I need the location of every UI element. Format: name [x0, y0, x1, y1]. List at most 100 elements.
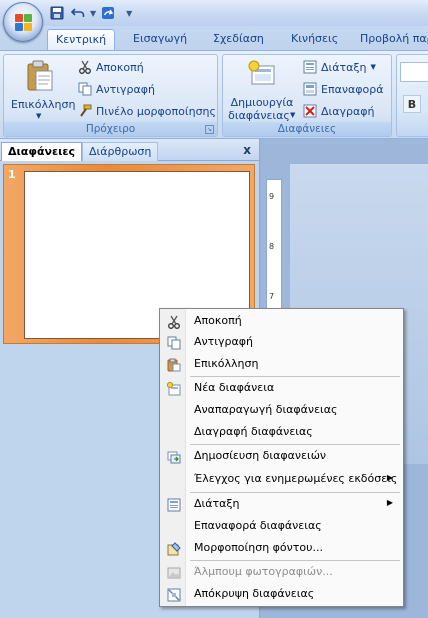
format-painter-label: Πινέλο μορφοποίησης: [96, 104, 216, 118]
new-slide-label-1: Δημιουργία: [230, 96, 294, 109]
publish-icon: [166, 449, 182, 465]
tab-slideshow[interactable]: Προβολή παρ: [352, 29, 428, 50]
menu-item-label: Νέα διαφάνεια: [194, 381, 275, 394]
cut-button[interactable]: Αποκοπή: [78, 60, 144, 74]
menu-item-copy[interactable]: Αντιγραφή: [162, 332, 401, 353]
menu-item-duplicate-slide[interactable]: Αναπαραγωγή διαφάνειας: [162, 400, 401, 421]
menu-item-label: Επαναφορά διαφάνειας: [194, 519, 322, 532]
menu-item-label: Αποκοπή: [194, 314, 242, 327]
layout-button[interactable]: Διάταξη ▼: [303, 60, 376, 74]
clipboard-group: Επικόλληση ▼ Αποκοπή Αντιγραφή Πινέλο μο…: [3, 54, 218, 137]
tab-design[interactable]: Σχεδίαση: [205, 29, 272, 50]
menu-item-delete-slide[interactable]: Διαγραφή διαφάνειας: [162, 422, 401, 443]
menu-item-label: Έλεγχος για ενημερωμένες εκδόσεις: [194, 472, 398, 485]
bold-button[interactable]: B: [403, 95, 421, 113]
paste-label: Επικόλληση: [11, 98, 76, 111]
copy-label: Αντιγραφή: [96, 82, 155, 96]
layout-label: Διάταξη: [321, 60, 367, 74]
menu-separator: [190, 444, 400, 445]
photo-album-icon: [166, 565, 182, 581]
layout-icon: [166, 497, 182, 513]
reset-button[interactable]: Επαναφορά: [303, 82, 383, 96]
paste-button[interactable]: Επικόλληση ▼: [7, 58, 76, 120]
ruler-mark: 9: [269, 192, 275, 201]
copy-icon: [166, 335, 182, 351]
font-group: B: [396, 54, 428, 137]
format-painter-button[interactable]: Πινέλο μορφοποίησης: [78, 104, 216, 118]
tab-insert[interactable]: Εισαγωγή: [125, 29, 195, 50]
format-painter-icon: [80, 104, 92, 117]
menu-item-label: Απόκρυψη διαφάνειας: [194, 587, 315, 600]
new-slide-dropdown-icon: ▼: [290, 111, 296, 119]
tab-outline[interactable]: Διάρθρωση: [82, 142, 159, 161]
undo-icon[interactable]: [69, 4, 87, 22]
menu-item-reset-slide[interactable]: Επαναφορά διαφάνειας: [162, 516, 401, 537]
panel-tabs: Διαφάνειες Διάρθρωση x: [0, 139, 259, 161]
menu-item-label: Δημοσίευση διαφανειών: [194, 449, 327, 462]
ruler-mark: 7: [269, 292, 275, 301]
save-icon[interactable]: [48, 4, 66, 22]
copy-button[interactable]: Αντιγραφή: [78, 82, 155, 96]
menu-item-label: Αναπαραγωγή διαφάνειας: [194, 403, 338, 416]
menu-item-hide-slide[interactable]: Απόκρυψη διαφάνειας: [162, 584, 401, 605]
context-menu: Αποκοπή Αντιγραφή Επικόλληση Νέα διαφάνε…: [159, 308, 404, 607]
slides-group: Δημιουργία διαφάνειας ▼ Διάταξη ▼ Επαναφ…: [222, 54, 392, 137]
menu-item-label: Επικόλληση: [194, 357, 259, 370]
menu-item-label: Διάταξη: [194, 497, 240, 510]
paste-dropdown-icon: ▼: [36, 112, 42, 120]
customize-icon[interactable]: ▼: [126, 9, 132, 18]
quick-access-toolbar: ▼ ▼: [48, 3, 132, 23]
scissors-icon: [79, 60, 91, 74]
menu-item-format-background[interactable]: Μορφοποίηση φόντου...: [162, 538, 401, 559]
tab-home[interactable]: Κεντρική: [47, 29, 116, 50]
new-slide-icon: [166, 381, 182, 397]
delete-label: Διαγραφή: [321, 104, 375, 118]
paste-icon: [27, 60, 53, 91]
submenu-arrow-icon: ▶: [386, 473, 393, 482]
hide-slide-icon: [166, 587, 182, 603]
reset-icon: [303, 82, 317, 96]
copy-icon: [78, 82, 92, 96]
close-icon[interactable]: x: [243, 143, 251, 157]
ribbon: Επικόλληση ▼ Αποκοπή Αντιγραφή Πινέλο μο…: [0, 50, 428, 139]
delete-button[interactable]: Διαγραφή: [303, 104, 374, 118]
layout-icon: [303, 60, 317, 74]
menu-separator: [190, 492, 400, 493]
menu-separator: [190, 560, 400, 561]
menu-item-new-slide[interactable]: Νέα διαφάνεια: [162, 378, 401, 399]
menu-item-layout[interactable]: Διάταξη ▶: [162, 494, 401, 515]
menu-item-check-updates[interactable]: Έλεγχος για ενημερωμένες εκδόσεις ▶: [162, 469, 401, 490]
menu-item-label: Μορφοποίηση φόντου...: [194, 541, 324, 554]
layout-dropdown-icon: ▼: [370, 63, 376, 71]
title-bar: ▼ ▼: [0, 0, 428, 26]
ruler-mark: 8: [269, 242, 275, 251]
format-background-icon: [166, 541, 182, 557]
office-button[interactable]: [3, 2, 43, 42]
undo-dropdown-icon[interactable]: ▼: [90, 9, 96, 18]
clipboard-launcher-icon[interactable]: ↘: [205, 125, 214, 134]
menu-separator: [190, 376, 400, 377]
reset-label: Επαναφορά: [321, 82, 384, 96]
menu-item-paste[interactable]: Επικόλληση: [162, 354, 401, 375]
tab-animations[interactable]: Κινήσεις: [283, 29, 346, 50]
delete-icon: [303, 104, 317, 118]
font-name-box[interactable]: [400, 62, 428, 82]
redo-icon[interactable]: [99, 4, 117, 22]
menu-item-label: Άλμπουμ φωτογραφιών...: [194, 565, 333, 578]
menu-item-photo-album: Άλμπουμ φωτογραφιών...: [162, 562, 401, 583]
slide-number: 1: [8, 168, 16, 181]
submenu-arrow-icon: ▶: [386, 498, 393, 507]
office-logo-icon: [15, 14, 32, 31]
slides-group-label: Διαφάνειες: [223, 122, 391, 136]
new-slide-button[interactable]: Δημιουργία διαφάνειας ▼: [226, 58, 298, 122]
menu-item-cut[interactable]: Αποκοπή: [162, 311, 401, 332]
paste-icon: [166, 357, 182, 373]
menu-item-publish-slides[interactable]: Δημοσίευση διαφανειών: [162, 446, 401, 467]
cut-label: Αποκοπή: [96, 60, 144, 74]
menu-item-label: Διαγραφή διαφάνειας: [194, 425, 313, 438]
ribbon-tabs: Κεντρική Εισαγωγή Σχεδίαση Κινήσεις Προβ…: [0, 26, 428, 50]
new-slide-label-2: διαφάνειας: [228, 109, 290, 122]
new-slide-icon: [248, 60, 275, 85]
menu-item-label: Αντιγραφή: [194, 335, 253, 348]
tab-slides[interactable]: Διαφάνειες: [1, 142, 83, 161]
